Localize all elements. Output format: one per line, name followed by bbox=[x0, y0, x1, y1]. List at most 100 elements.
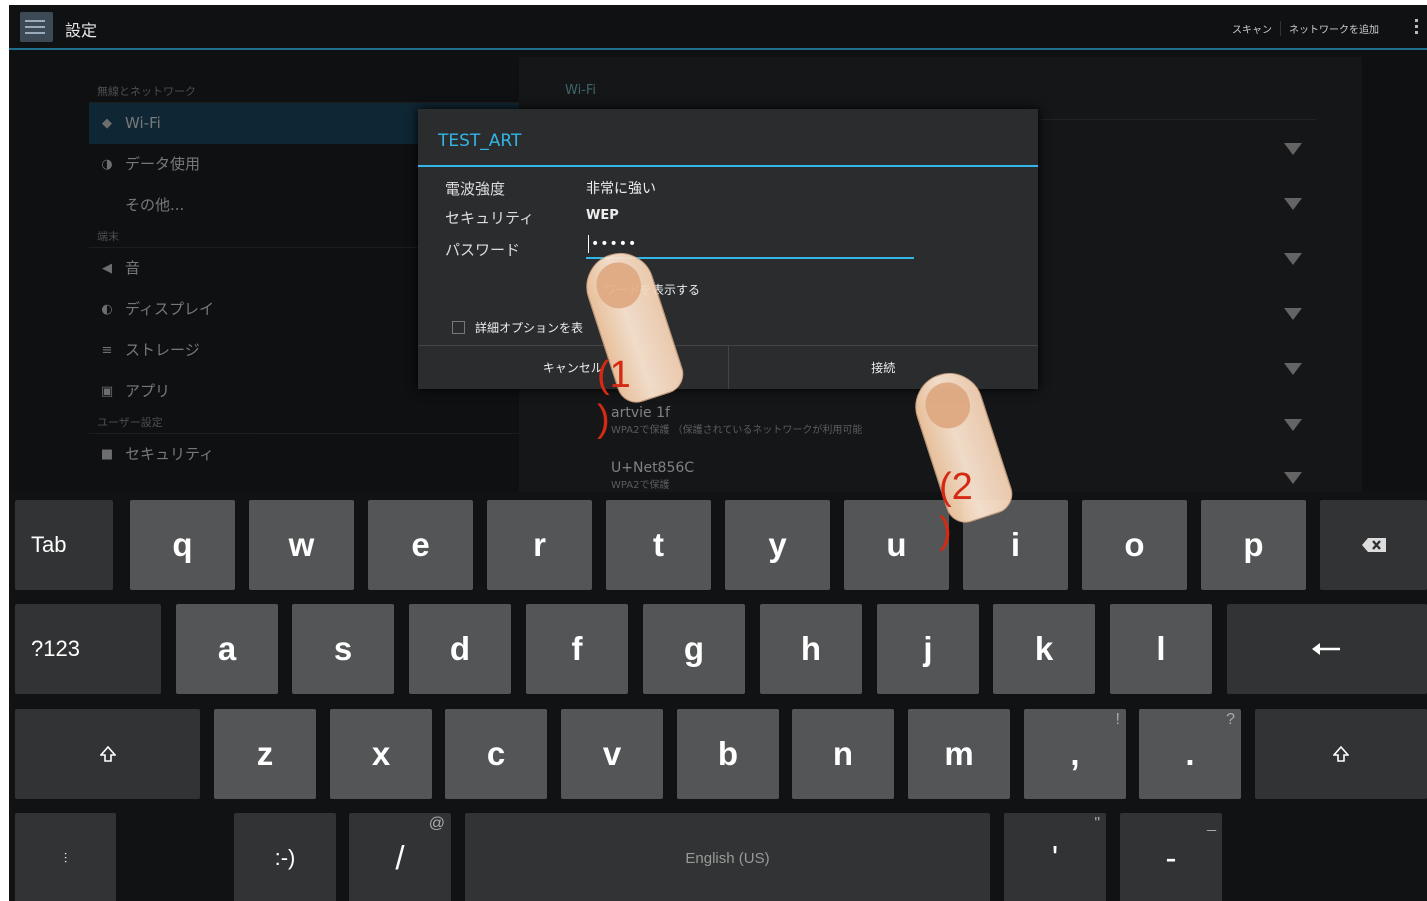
smiley-key[interactable]: :-) bbox=[234, 813, 336, 901]
key-q[interactable]: q bbox=[130, 500, 235, 590]
key-main: ' bbox=[1051, 839, 1059, 876]
wifi-signal-icon bbox=[1284, 363, 1302, 377]
settings-item-label: セキュリティ bbox=[125, 445, 215, 463]
enter-icon bbox=[1312, 643, 1340, 655]
settings-item-label: データ使用 bbox=[125, 155, 201, 173]
connect-button[interactable]: 接続 bbox=[727, 346, 1039, 389]
settings-item-label: その他... bbox=[125, 196, 185, 214]
wifi-connect-dialog: TEST_ART 電波強度 非常に強い セキュリティ WEP パスワード •••… bbox=[418, 109, 1038, 389]
key-m[interactable]: m bbox=[908, 709, 1010, 799]
soft-keyboard: Tab q w e r t y u i o p ?123 a s d f g h… bbox=[9, 492, 1427, 901]
data-usage-icon: ◑ bbox=[101, 156, 113, 172]
network-detail: WPA2で保護 （保護されているネットワークが利用可能 bbox=[611, 425, 863, 436]
text-caret bbox=[588, 235, 589, 253]
backspace-icon bbox=[1361, 538, 1386, 552]
shift-key-right[interactable] bbox=[1255, 709, 1427, 799]
key-period[interactable]: . ? bbox=[1139, 709, 1241, 799]
key-main: . bbox=[1185, 735, 1195, 772]
settings-app-icon[interactable] bbox=[20, 12, 53, 42]
apostrophe-key[interactable]: ' " bbox=[1004, 813, 1106, 901]
symbols-key[interactable]: ?123 bbox=[15, 604, 161, 694]
storage-icon: ≡ bbox=[101, 342, 113, 358]
key-u[interactable]: u bbox=[844, 500, 949, 590]
key-h[interactable]: h bbox=[760, 604, 862, 694]
key-e[interactable]: e bbox=[368, 500, 473, 590]
wifi-icon: ◆ bbox=[102, 115, 112, 131]
wifi-signal-icon bbox=[1284, 143, 1302, 157]
key-main: - bbox=[1165, 839, 1177, 876]
key-v[interactable]: v bbox=[561, 709, 663, 799]
settings-item-label: ストレージ bbox=[125, 341, 200, 359]
key-w[interactable]: w bbox=[249, 500, 354, 590]
blank-icon bbox=[99, 198, 115, 214]
password-label: パスワード bbox=[445, 241, 521, 259]
dialog-title-divider bbox=[418, 165, 1038, 167]
key-c[interactable]: c bbox=[445, 709, 547, 799]
wifi-network-item[interactable]: artvie 1f WPA2で保護 （保護されているネットワークが利用可能 bbox=[611, 405, 862, 436]
add-network-button[interactable]: ネットワークを追加 bbox=[1280, 21, 1387, 36]
key-s[interactable]: s bbox=[292, 604, 394, 694]
key-l[interactable]: l bbox=[1110, 604, 1212, 694]
key-sup: @ bbox=[428, 815, 445, 832]
step-1-label: (1 ) bbox=[597, 354, 631, 440]
network-name: U+Net856C bbox=[611, 460, 695, 476]
key-main: / bbox=[395, 839, 405, 876]
key-x[interactable]: x bbox=[330, 709, 432, 799]
step-2-label: (2 ) bbox=[939, 466, 973, 552]
tab-key[interactable]: Tab bbox=[15, 500, 113, 590]
space-bar[interactable]: English (US) bbox=[465, 813, 990, 901]
key-j[interactable]: j bbox=[877, 604, 979, 694]
settings-item-label: アプリ bbox=[125, 382, 171, 400]
shift-icon bbox=[99, 746, 116, 762]
apps-icon: ▣ bbox=[100, 383, 114, 399]
key-k[interactable]: k bbox=[993, 604, 1095, 694]
key-a[interactable]: a bbox=[176, 604, 278, 694]
signal-label: 電波強度 bbox=[445, 180, 506, 198]
action-bar-actions: スキャン ネットワークを追加 bbox=[1224, 21, 1387, 36]
backspace-key[interactable] bbox=[1320, 500, 1427, 590]
wifi-network-item[interactable]: U+Net856C WPA2で保護 bbox=[611, 460, 694, 491]
settings-item-label: 音 bbox=[125, 259, 141, 277]
enter-key[interactable] bbox=[1227, 604, 1427, 694]
key-t[interactable]: t bbox=[606, 500, 711, 590]
key-g[interactable]: g bbox=[643, 604, 745, 694]
key-main: , bbox=[1070, 735, 1080, 772]
speaker-icon: ◀ bbox=[102, 260, 112, 276]
overflow-menu-icon[interactable] bbox=[1415, 19, 1419, 37]
key-d[interactable]: d bbox=[409, 604, 511, 694]
dialog-title: TEST_ART bbox=[438, 131, 522, 151]
signal-value: 非常に強い bbox=[586, 181, 656, 197]
key-r[interactable]: r bbox=[487, 500, 592, 590]
tablet-screen: 設定 スキャン ネットワークを追加 無線とネットワーク ◆ Wi-Fi ◑ デー… bbox=[9, 5, 1427, 901]
key-f[interactable]: f bbox=[526, 604, 628, 694]
settings-item-security[interactable]: ■ セキュリティ bbox=[89, 434, 519, 475]
category-user: ユーザー設定 bbox=[89, 412, 519, 434]
shift-key-left[interactable] bbox=[15, 709, 200, 799]
password-value: ••••• bbox=[591, 236, 638, 252]
key-sup: " bbox=[1094, 815, 1100, 832]
scan-button[interactable]: スキャン bbox=[1224, 21, 1280, 36]
security-label: セキュリティ bbox=[445, 209, 535, 227]
advanced-options-label: 詳細オプションを表 bbox=[475, 321, 584, 335]
settings-key[interactable]: ⫶ bbox=[15, 813, 116, 901]
wifi-signal-icon bbox=[1284, 472, 1302, 486]
key-z[interactable]: z bbox=[214, 709, 316, 799]
key-b[interactable]: b bbox=[677, 709, 779, 799]
key-o[interactable]: o bbox=[1082, 500, 1187, 590]
key-n[interactable]: n bbox=[792, 709, 894, 799]
security-value: WEP bbox=[586, 208, 619, 223]
wifi-signal-icon bbox=[1284, 253, 1302, 267]
key-comma[interactable]: , ! bbox=[1024, 709, 1126, 799]
lock-icon: ■ bbox=[100, 446, 114, 462]
advanced-options-checkbox[interactable]: 詳細オプションを表 bbox=[452, 319, 583, 336]
wifi-signal-icon bbox=[1284, 198, 1302, 212]
key-y[interactable]: y bbox=[725, 500, 830, 590]
brightness-icon: ◐ bbox=[101, 301, 113, 317]
settings-item-label: ディスプレイ bbox=[125, 300, 214, 318]
network-detail: WPA2で保護 bbox=[611, 480, 670, 491]
wifi-signal-icon bbox=[1284, 308, 1302, 322]
dash-key[interactable]: - _ bbox=[1120, 813, 1222, 901]
slash-key[interactable]: / @ bbox=[349, 813, 451, 901]
key-p[interactable]: p bbox=[1201, 500, 1306, 590]
checkbox-box[interactable] bbox=[452, 321, 465, 334]
